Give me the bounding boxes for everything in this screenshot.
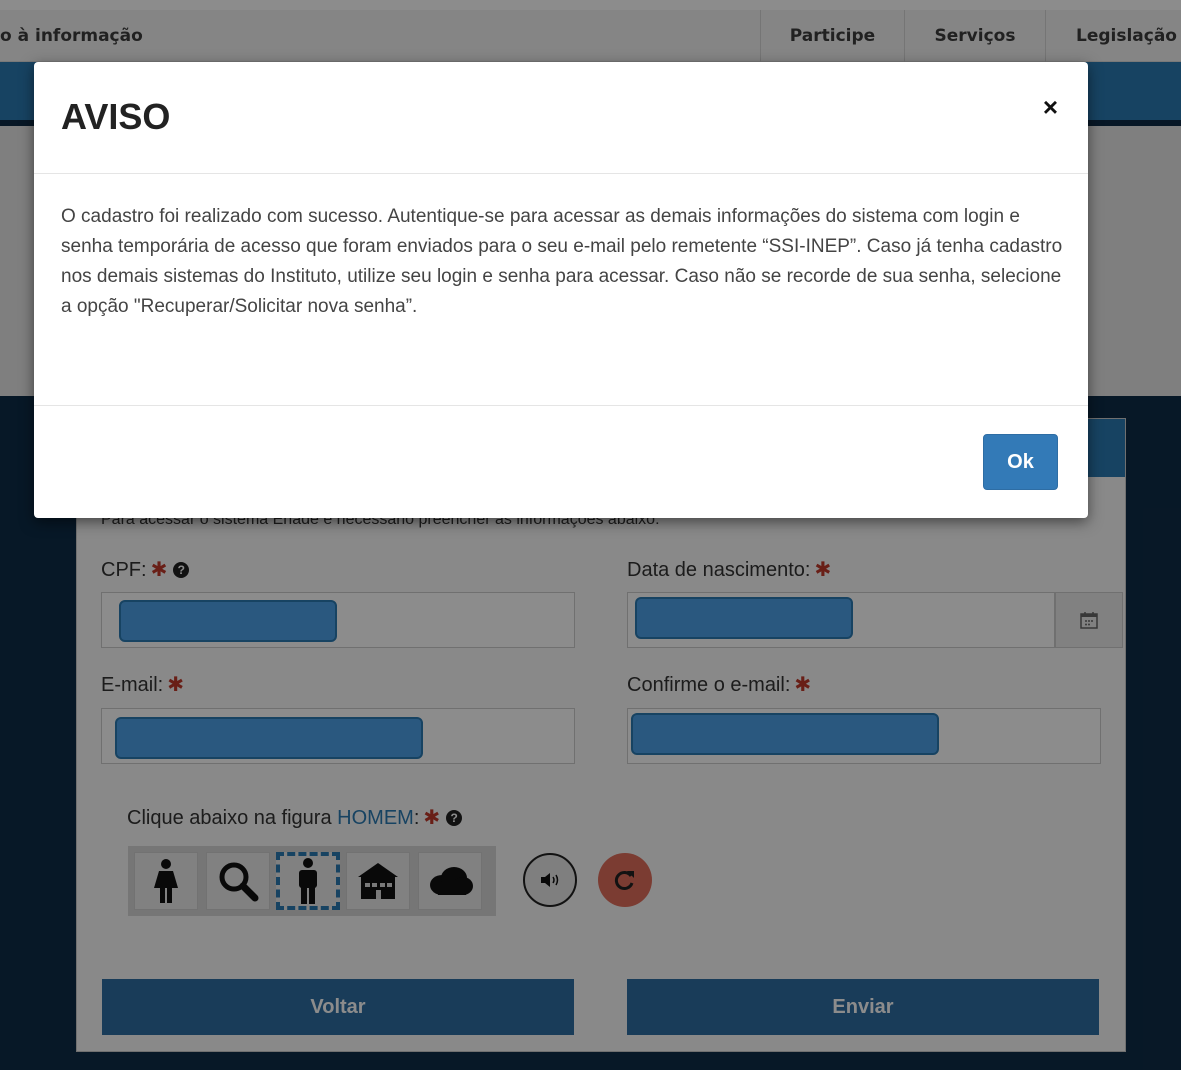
ok-button[interactable]: Ok: [983, 434, 1058, 490]
modal-title: AVISO: [61, 96, 171, 137]
close-icon[interactable]: ×: [1043, 92, 1058, 123]
notice-modal: AVISO × O cadastro foi realizado com suc…: [34, 62, 1088, 518]
modal-message: O cadastro foi realizado com sucesso. Au…: [61, 206, 1063, 317]
modal-footer-divider: [34, 405, 1088, 406]
modal-header-divider: [34, 173, 1088, 174]
